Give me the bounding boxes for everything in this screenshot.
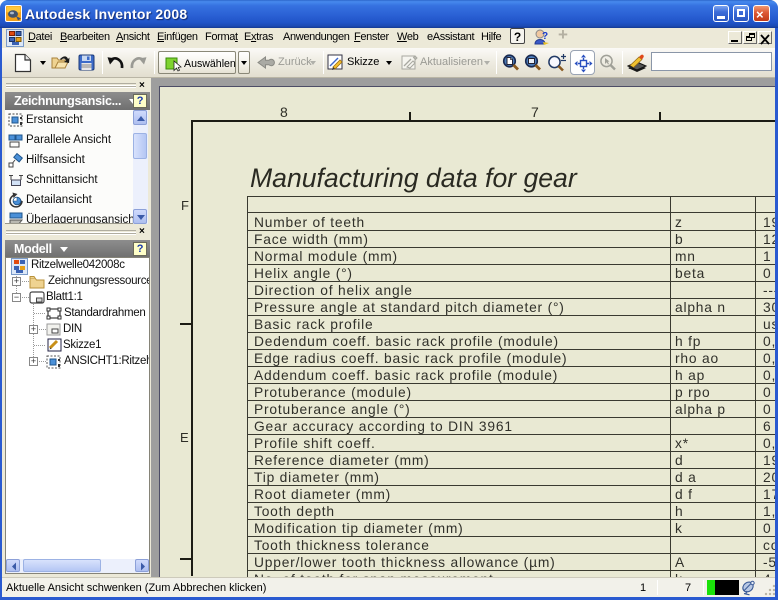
svg-text:?: ? bbox=[542, 31, 548, 42]
